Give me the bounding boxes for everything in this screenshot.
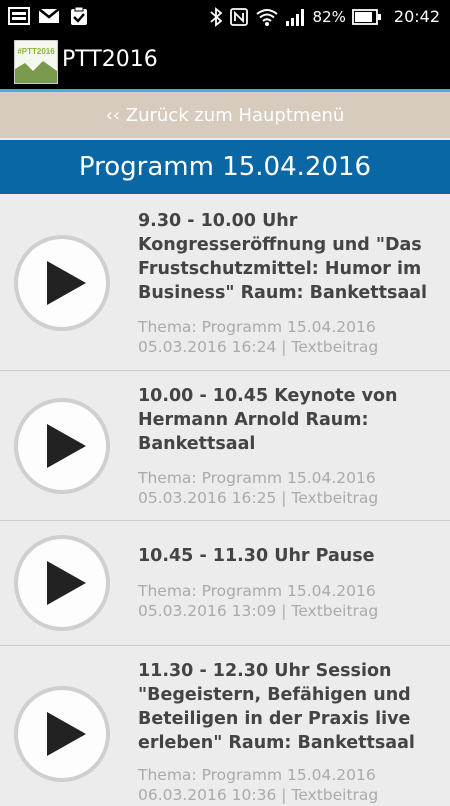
battery-icon bbox=[351, 8, 381, 25]
play-icon[interactable] bbox=[12, 533, 112, 633]
bluetooth-icon bbox=[209, 6, 222, 27]
app-bar: #PTT2016 PTT2016 bbox=[0, 33, 450, 92]
item-meta: Thema: Programm 15.04.2016 05.03.2016 16… bbox=[138, 469, 379, 507]
gallery-icon bbox=[8, 7, 30, 25]
list-item[interactable]: 10.45 - 11.30 Uhr Pause Thema: Programm … bbox=[0, 521, 450, 646]
item-meta: Thema: Programm 15.04.2016 05.03.2016 13… bbox=[138, 582, 379, 620]
back-to-main-menu-button[interactable]: ‹‹ Zurück zum Hauptmenü bbox=[0, 92, 450, 138]
status-bar: 82% 20:42 bbox=[0, 0, 450, 33]
clipboard-check-icon bbox=[71, 6, 87, 25]
nfc-icon bbox=[229, 7, 248, 26]
item-title: 9.30 - 10.00 Uhr Kongresseröffnung und "… bbox=[138, 211, 428, 303]
item-meta: Thema: Programm 15.04.2016 06.03.2016 10… bbox=[138, 766, 379, 804]
play-icon[interactable] bbox=[12, 233, 112, 333]
svg-text:#PTT2016: #PTT2016 bbox=[17, 47, 55, 56]
app-logo[interactable]: #PTT2016 bbox=[14, 40, 58, 84]
play-icon[interactable] bbox=[12, 684, 112, 784]
clock: 20:42 bbox=[393, 7, 440, 26]
list-item[interactable]: 9.30 - 10.00 Uhr Kongresseröffnung und "… bbox=[0, 196, 450, 371]
item-title: 10.45 - 11.30 Uhr Pause bbox=[138, 546, 375, 566]
program-list: 9.30 - 10.00 Uhr Kongresseröffnung und "… bbox=[0, 196, 450, 806]
app-title: PTT2016 bbox=[62, 47, 158, 72]
signal-icon bbox=[285, 8, 304, 26]
item-title: 10.00 - 10.45 Keynote von Hermann Arnold… bbox=[138, 386, 398, 454]
list-item[interactable]: 10.00 - 10.45 Keynote von Hermann Arnold… bbox=[0, 371, 450, 521]
section-title: Programm 15.04.2016 bbox=[0, 140, 450, 194]
battery-percent: 82% bbox=[312, 7, 346, 26]
gmail-icon bbox=[38, 8, 60, 23]
list-item[interactable]: 11.30 - 12.30 Uhr Session "Begeistern, B… bbox=[0, 646, 450, 806]
logo-icon: #PTT2016 bbox=[15, 41, 57, 83]
play-icon[interactable] bbox=[12, 396, 112, 496]
item-title: 11.30 - 12.30 Uhr Session "Begeistern, B… bbox=[138, 661, 415, 753]
wifi-icon bbox=[255, 8, 278, 26]
item-meta: Thema: Programm 15.04.2016 05.03.2016 16… bbox=[138, 318, 379, 356]
